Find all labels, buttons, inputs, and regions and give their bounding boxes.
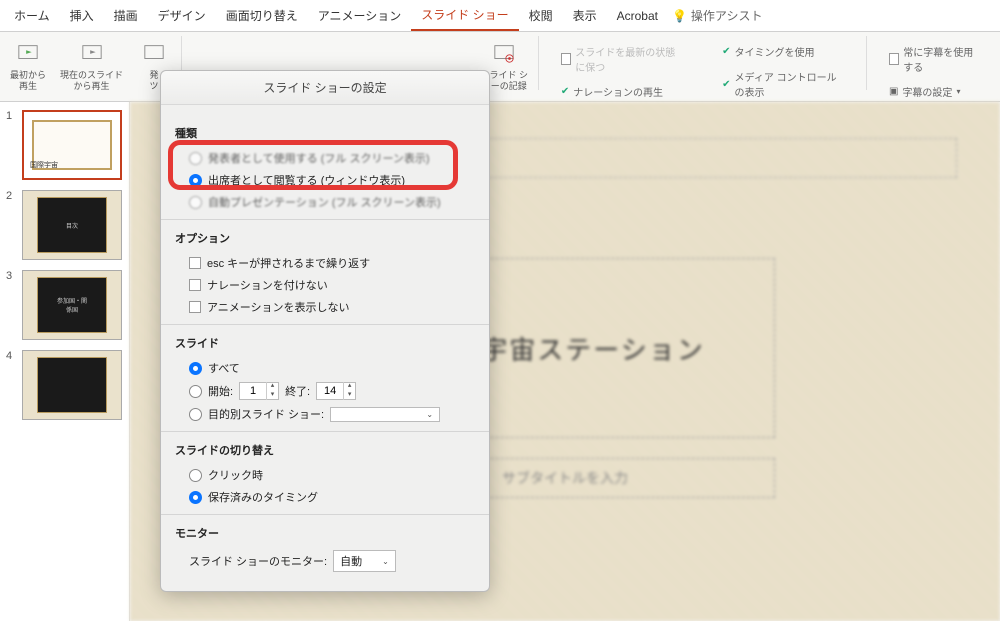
- step-down-icon[interactable]: ▾: [343, 391, 355, 400]
- use-timings-checkbox[interactable]: ✔ タイミングを使用: [716, 42, 850, 61]
- step-up-icon[interactable]: ▴: [343, 382, 355, 391]
- ribbon-toolbar: 最初から再生 現在のスライドから再生 発ツ スライド ショーの記録 スライドを最…: [0, 32, 1000, 102]
- section-monitor: モニター: [175, 525, 475, 541]
- advance-click-radio[interactable]: クリック時: [175, 464, 475, 486]
- play-icon: [11, 38, 45, 68]
- custom-show-select[interactable]: ⌄: [330, 407, 440, 422]
- tab-animation[interactable]: アニメーション: [308, 1, 412, 30]
- slide-subtitle: サブタイトルを入力: [502, 468, 628, 488]
- tab-acrobat[interactable]: Acrobat: [607, 3, 668, 29]
- show-type-kiosk-radio[interactable]: 自動プレゼンテーション (フル スクリーン表示): [175, 191, 475, 213]
- presenter-icon: [137, 38, 171, 68]
- step-up-icon[interactable]: ▴: [266, 382, 278, 391]
- tab-review[interactable]: 校閲: [519, 1, 563, 30]
- slide-thumbnail[interactable]: 参加国・関 係国: [22, 270, 122, 340]
- checkbox-icon: [189, 257, 201, 269]
- record-icon: [487, 38, 521, 68]
- play-from-start-button[interactable]: 最初から再生: [6, 36, 50, 94]
- tab-insert[interactable]: 挿入: [60, 1, 104, 30]
- check-icon: ✔: [561, 86, 569, 97]
- slide-number: 1: [6, 110, 16, 180]
- monitor-label: スライド ショーのモニター:: [189, 553, 327, 569]
- radio-icon: [189, 469, 202, 482]
- advance-timing-radio[interactable]: 保存済みのタイミング: [175, 486, 475, 508]
- tell-me-label: 操作アシスト: [691, 7, 763, 24]
- section-type: 種類: [175, 125, 475, 141]
- radio-icon: [189, 196, 202, 209]
- show-type-window-radio[interactable]: 出席者として閲覧する (ウィンドウ表示): [175, 169, 475, 191]
- play-narration-checkbox[interactable]: ✔ ナレーションの再生: [555, 82, 690, 101]
- slide-number: 4: [6, 350, 16, 420]
- show-type-fullscreen-radio[interactable]: 発表者として使用する (フル スクリーン表示): [175, 147, 475, 169]
- section-options: オプション: [175, 230, 475, 246]
- radio-icon: [189, 491, 202, 504]
- to-slide-input[interactable]: ▴▾: [316, 382, 356, 400]
- slides-all-radio[interactable]: すべて: [175, 357, 475, 379]
- slide-thumbnail[interactable]: 国際宇宙: [22, 110, 122, 180]
- main-area: 1 国際宇宙 2 目次 3 参加国・関 係国 4: [0, 102, 1000, 621]
- without-narration-checkbox[interactable]: ナレーションを付けない: [175, 274, 475, 296]
- checkbox-icon: [189, 301, 201, 313]
- tab-view[interactable]: 表示: [563, 1, 607, 30]
- monitor-select[interactable]: 自動 ⌄: [333, 550, 396, 572]
- checkbox-icon: [189, 279, 201, 291]
- bulb-icon: 💡: [672, 9, 687, 23]
- slide-number: 3: [6, 270, 16, 340]
- chevron-updown-icon: ⌄: [382, 557, 389, 566]
- slide-thumbnail[interactable]: [22, 350, 122, 420]
- tab-draw[interactable]: 描画: [104, 1, 148, 30]
- slides-range-radio[interactable]: 開始: ▴▾ 終了: ▴▾: [175, 379, 475, 403]
- check-icon: ✔: [722, 79, 730, 90]
- section-advance: スライドの切り替え: [175, 442, 475, 458]
- slideshow-settings-dialog: スライド ショーの設定 種類 発表者として使用する (フル スクリーン表示) 出…: [160, 70, 490, 592]
- section-slides: スライド: [175, 335, 475, 351]
- keep-slides-updated-checkbox[interactable]: スライドを最新の状態に保つ: [555, 42, 690, 76]
- tab-transition[interactable]: 画面切り替え: [216, 1, 308, 30]
- radio-icon: [189, 385, 202, 398]
- radio-icon: [189, 362, 202, 375]
- show-media-controls-checkbox[interactable]: ✔ メディア コントロールの表示: [716, 67, 850, 101]
- radio-icon: [189, 152, 202, 165]
- step-down-icon[interactable]: ▾: [266, 391, 278, 400]
- dialog-title: スライド ショーの設定: [161, 71, 489, 105]
- custom-show-radio[interactable]: 目的別スライド ショー: ⌄: [175, 403, 475, 425]
- radio-icon: [189, 408, 202, 421]
- tell-me[interactable]: 💡 操作アシスト: [672, 7, 762, 24]
- checkbox-icon: [889, 53, 899, 65]
- chevron-down-icon: ▾: [956, 87, 960, 96]
- checkbox-icon: [561, 53, 571, 65]
- slide-thumbnail-panel: 1 国際宇宙 2 目次 3 参加国・関 係国 4: [0, 102, 130, 621]
- play-from-current-button[interactable]: 現在のスライドから再生: [56, 36, 127, 94]
- without-animation-checkbox[interactable]: アニメーションを表示しない: [175, 296, 475, 318]
- tab-design[interactable]: デザイン: [148, 1, 216, 30]
- from-slide-input[interactable]: ▴▾: [239, 382, 279, 400]
- subtitle-settings-button[interactable]: ▣ 字幕の設定 ▾: [883, 82, 984, 101]
- slide-number: 2: [6, 190, 16, 260]
- slide-thumbnail[interactable]: 目次: [22, 190, 122, 260]
- tab-home[interactable]: ホーム: [4, 1, 60, 30]
- loop-until-esc-checkbox[interactable]: esc キーが押されるまで繰り返す: [175, 252, 475, 274]
- subtitle-icon: ▣: [889, 86, 898, 97]
- check-icon: ✔: [722, 46, 730, 57]
- always-use-subtitles-checkbox[interactable]: 常に字幕を使用する: [883, 42, 984, 76]
- radio-icon: [189, 174, 202, 187]
- chevron-updown-icon: ⌄: [426, 410, 433, 419]
- ribbon-tabs: ホーム 挿入 描画 デザイン 画面切り替え アニメーション スライド ショー 校…: [0, 0, 1000, 32]
- play-current-icon: [75, 38, 109, 68]
- tab-slideshow[interactable]: スライド ショー: [411, 0, 518, 31]
